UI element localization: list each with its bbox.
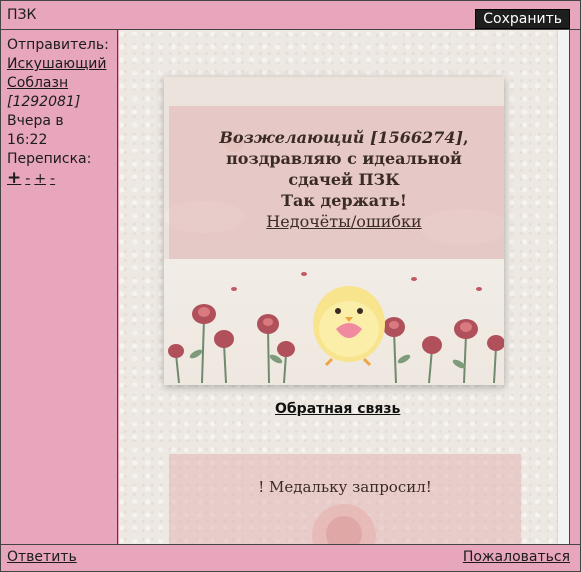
congrats-text: Возжелающий [1566274], поздравляю с идеа… bbox=[164, 127, 504, 232]
save-button[interactable]: Сохранить bbox=[475, 9, 570, 29]
report-link[interactable]: Пожаловаться bbox=[463, 549, 570, 565]
medal-text: ! Медальку запросил! bbox=[258, 478, 432, 496]
roses-and-chick-image bbox=[168, 272, 504, 384]
congrats-line3: сдачей ПЗК bbox=[288, 170, 400, 189]
sent-time-line1: Вчера в bbox=[7, 113, 64, 129]
footer-bar: Ответить Пожаловаться bbox=[1, 544, 580, 571]
message-window: ПЗК Сохранить Отправитель: Искушающий Со… bbox=[0, 0, 581, 572]
correspondence-collapse-link[interactable]: - bbox=[25, 171, 30, 187]
errors-link[interactable]: Недочёты/ошибки bbox=[164, 211, 504, 232]
rose-watermark bbox=[312, 504, 376, 544]
scrollbar[interactable] bbox=[557, 30, 569, 544]
sender-name-line1: Искушающий bbox=[7, 56, 107, 72]
sender-sidebar: Отправитель: Искушающий Соблазн [1292081… bbox=[1, 30, 118, 544]
sender-name-line2: Соблазн bbox=[7, 75, 69, 91]
correspondence-collapse-all-link[interactable]: - bbox=[50, 171, 55, 187]
greeting-card: Возжелающий [1566274], поздравляю с идеа… bbox=[164, 77, 504, 385]
recipient-name: Возжелающий [1566274] bbox=[219, 128, 464, 147]
correspondence-expand-link[interactable]: + bbox=[7, 168, 21, 188]
congrats-line2: поздравляю с идеальной bbox=[226, 149, 462, 168]
sender-label: Отправитель: bbox=[7, 37, 109, 53]
correspondence-expand-all-link[interactable]: + bbox=[34, 171, 46, 187]
correspondence-links: + - + - bbox=[7, 169, 117, 189]
title-bar: ПЗК Сохранить bbox=[1, 1, 580, 30]
sender-name-link[interactable]: Искушающий Соблазн bbox=[7, 55, 117, 93]
sent-time-line2: 16:22 bbox=[7, 132, 48, 148]
feedback-link[interactable]: Обратная связь bbox=[275, 401, 400, 417]
correspondence-label: Переписка: bbox=[7, 151, 92, 167]
sender-id: [1292081] bbox=[7, 94, 81, 110]
message-content: Возжелающий [1566274], поздравляю с идеа… bbox=[119, 30, 570, 544]
medal-box: ! Медальку запросил! bbox=[169, 454, 521, 544]
recipient-suffix: , bbox=[463, 128, 469, 147]
reply-link[interactable]: Ответить bbox=[7, 549, 77, 565]
congrats-line4: Так держать! bbox=[281, 191, 407, 210]
window-title: ПЗК bbox=[7, 7, 37, 23]
flowers-illustration bbox=[164, 259, 504, 385]
